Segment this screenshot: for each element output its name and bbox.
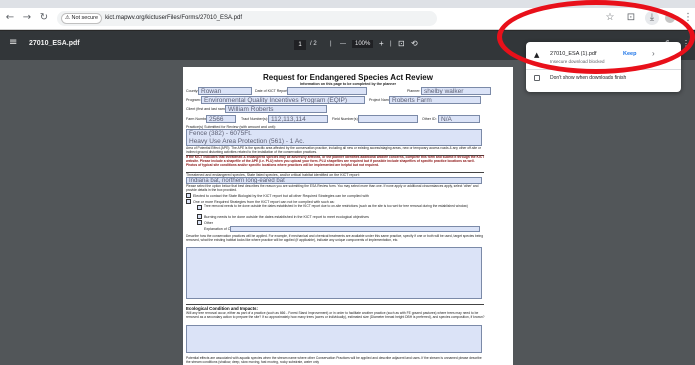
pdf-page: Request for Endangered Species Act Revie… [183,67,513,365]
option-2c-checkbox[interactable] [197,220,202,225]
arrow-left-icon: ← [5,12,15,23]
page-number-input[interactable]: 1 [294,40,306,50]
pdf-more-button[interactable]: ⋮ [682,39,690,48]
ape-text: Area of Potential Effect (APE): The APE … [186,146,481,154]
download-status: Insecure download blocked [550,59,605,64]
tract-label: Tract Number(s): [241,117,269,121]
divider: | [390,41,392,47]
option-2a-label: Tree removal needs to be done outside th… [204,204,468,208]
planner-label: Planner: [407,89,421,93]
date-label: Date of KICT Report: [255,89,289,93]
program-label: Program: [186,98,201,102]
download-filename[interactable]: 27010_ESA (1).pdf [550,51,596,57]
species-field[interactable]: Indiana bat, northern long-eared bat [186,177,482,184]
reload-icon: ↻ [39,12,49,23]
form-title: Request for Endangered Species Act Revie… [263,73,433,82]
option-2a-checkbox[interactable] [197,205,202,210]
warning-icon: ⚠ [65,15,70,21]
ecological-field[interactable] [186,325,482,353]
client-label: Client (first and last name): [186,107,229,111]
rotate-button[interactable]: ⟲ [411,39,418,48]
option-2-label: One or more Required Strategies from the… [193,199,335,204]
farm-field[interactable]: 2566 [206,115,236,123]
divider [186,304,484,305]
describe-field[interactable] [186,247,482,299]
client-field[interactable]: William Roberts [225,105,327,113]
other-id-field[interactable]: N/A [438,115,480,123]
dont-show-label: Don't show when downloads finish [550,75,627,81]
date-field[interactable] [287,87,367,95]
tract-field[interactable]: 112,113,114 [268,115,328,123]
pdf-sidebar-toggle[interactable]: ≡ [9,37,17,48]
extensions-icon: ⊡ [626,12,636,23]
field-label: Field Number(s): [332,117,359,121]
hamburger-icon: ≡ [9,37,18,48]
divider [526,69,681,70]
address-bar[interactable]: ⚠ Not secure kict.mapwv.org/kictuserFiles… [57,11,437,26]
field-number-field[interactable] [358,115,418,123]
option-1-label: Elected to contact the State Biologist b… [193,193,369,198]
star-icon: ☆ [605,12,615,23]
option-2b-checkbox[interactable] [197,214,202,219]
practice-line-2: Heavy Use Area Protection (561) - 1 Ac. [189,138,305,145]
arrow-right-icon: → [22,12,32,23]
star-button[interactable]: ☆ [603,11,617,25]
browser-menu-button[interactable]: ⋮ [681,11,695,25]
security-chip[interactable]: ⚠ Not secure [61,13,103,24]
kebab-menu-icon: ⋮ [683,12,693,23]
download-icon: ⤓ [649,12,655,23]
keep-button[interactable]: Keep [623,51,636,57]
zoom-input[interactable]: 100% [352,40,374,48]
url-text: kict.mapwv.org/kictuserFiles/Forms/27010… [105,15,243,21]
option-instructions: Please select the option below that best… [186,184,479,192]
pdf-canvas-area[interactable]: Request for Endangered Species Act Revie… [0,60,695,365]
county-field[interactable]: Rowan [198,87,252,95]
fit-page-button[interactable]: ⊡ [398,39,405,48]
option-1-checkbox[interactable] [186,193,191,198]
fit-page-icon: ⊡ [398,39,405,48]
profile-button[interactable] [663,11,677,25]
dont-show-checkbox[interactable] [534,75,540,81]
extensions-button[interactable]: ⊡ [624,11,638,25]
zoom-out-button[interactable]: — [340,41,346,47]
option-2c-label: Other [204,220,213,225]
county-label: County: [186,89,199,93]
tab-strip [0,0,695,8]
back-button[interactable]: ← [3,11,17,25]
ecological-text: Will any tree removal occur, either as p… [186,311,485,319]
downloads-button[interactable]: ⤓ [645,11,659,25]
describe-text: Describe how the conservation practices … [186,234,484,242]
reload-button[interactable]: ↻ [37,11,51,25]
option-2b-label: Burning needs to be done outside the dat… [204,214,369,219]
practice-line-1: Fence (382) - 6075Ft. [189,130,252,137]
rotate-icon: ⟲ [411,39,418,48]
option-2-checkbox[interactable] [186,199,191,204]
security-label: Not secure [71,15,99,21]
planner-field[interactable]: shelby walker [421,87,491,95]
chevron-right-icon[interactable]: › [652,49,655,58]
practices-field[interactable]: Fence (382) - 6075Ft. Heavy Use Area Pro… [186,129,482,146]
program-field[interactable]: Environmental Quality Incentives Program… [201,96,365,104]
form-subtitle: Information on this page to be completed… [299,82,397,86]
forward-button[interactable]: → [20,11,34,25]
aquatic-text: Potential effects are associated with aq… [186,356,482,364]
explanation-field[interactable] [230,226,480,232]
browser-toolbar: ← → ↻ ⚠ Not secure kict.mapwv.org/kictuse… [0,8,695,30]
kebab-menu-icon: ⋮ [682,39,690,48]
warning-icon: ▲ [534,51,540,59]
other-id-label: Other ID: [422,117,437,121]
instruction-text: If the KICT indicates that threatened & … [186,155,485,167]
divider: | [330,41,332,47]
project-field[interactable]: Roberts Farm [389,96,481,104]
downloads-popup: ▲ 27010_ESA (1).pdf Insecure download bl… [526,42,681,92]
zoom-in-button[interactable]: + [379,39,384,48]
pdf-file-title: 27010_ESA.pdf [29,40,80,47]
page-total: / 2 [310,41,317,47]
profile-icon [665,13,675,23]
